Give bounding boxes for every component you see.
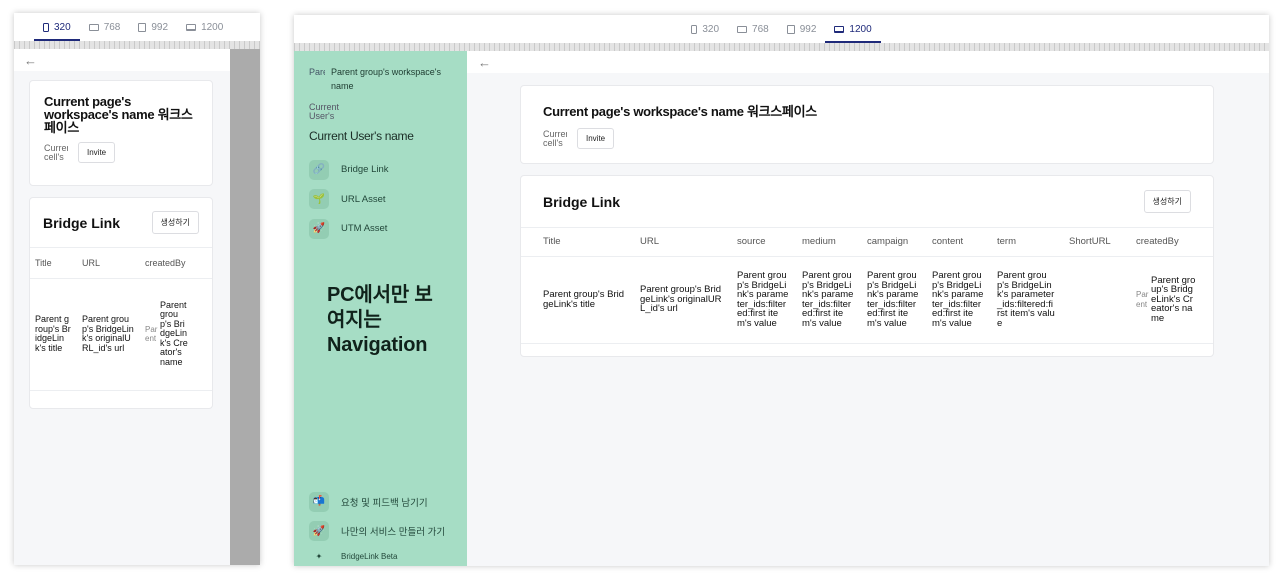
workspace-card: Current page's workspace's name 워크스페이스 C… — [29, 80, 213, 186]
nav-item-bridge-link[interactable]: 🔗 Bridge Link — [309, 155, 467, 185]
device-320-tab[interactable]: 320 — [682, 15, 728, 43]
cell-createdby: ParentParent group's BridgeLink's Creato… — [140, 278, 212, 391]
avatar: Parent — [309, 67, 325, 77]
nav-item-feedback[interactable]: 📬 요청 및 피드백 남기기 — [309, 487, 467, 517]
column-header-shorturl: ShortURL — [1058, 228, 1125, 257]
cell-shorturl — [1058, 256, 1125, 344]
overlay-annotation: PC에서만 보여지는 Navigation — [327, 284, 433, 356]
cell-term: Parent group's BridgeLink's parameter_id… — [986, 256, 1058, 344]
nav-item-url-asset[interactable]: 🌱 URL Asset — [309, 185, 467, 215]
desktop-content: ← Current page's workspace's name 워크스페이스… — [467, 51, 1269, 566]
device-1200-tab[interactable]: 1200 — [825, 15, 881, 43]
cell-title: Parent group's BridgeLink's title — [521, 256, 629, 344]
table-row[interactable]: Parent group's BridgeLink's title Parent… — [30, 278, 212, 391]
workspace-title: Current page's workspace's name 워크스페이스 — [543, 104, 817, 119]
bridge-link-title: Bridge Link — [543, 193, 621, 210]
ruler — [294, 43, 1269, 51]
device-switcher: 320 768 992 1200 — [294, 15, 1269, 43]
workspace-card: Current page's workspace's name 워크스페이스 C… — [520, 85, 1214, 164]
mobile-viewport: ← Current page's workspace's name 워크스페이스… — [14, 49, 230, 565]
device-992-tab[interactable]: 992 — [129, 13, 177, 41]
cell-source: Parent group's BridgeLink's parameter_id… — [726, 256, 791, 344]
link-icon: 🔗 — [309, 159, 329, 180]
column-header-content: content — [921, 228, 986, 257]
bridge-link-card: Bridge Link 생성하기 Title URL createdBy Par… — [29, 197, 213, 409]
nav-item-build-service[interactable]: 🚀 나만의 서비스 만들러 가기 — [309, 517, 467, 547]
monitor-icon — [834, 25, 845, 33]
cell-content: Parent group's BridgeLink's parameter_id… — [921, 256, 986, 344]
column-header-url: URL — [629, 228, 726, 257]
device-768-tab[interactable]: 768 — [80, 13, 130, 41]
avatar: Parent — [1136, 290, 1149, 309]
column-header-title: Title — [521, 228, 629, 257]
column-header-medium: medium — [791, 228, 856, 257]
avatar: Current cell's — [44, 143, 68, 162]
device-1200-tab[interactable]: 1200 — [177, 13, 232, 41]
tablet-landscape-icon — [88, 23, 99, 31]
nav-item-utm-asset[interactable]: 🚀 UTM Asset — [309, 214, 467, 244]
cell-campaign: Parent group's BridgeLink's parameter_id… — [856, 256, 921, 344]
avatar: Current cell's — [543, 129, 567, 148]
column-header-campaign: campaign — [856, 228, 921, 257]
avatar: Current User's — [309, 103, 339, 121]
bridge-link-table: Title URL source medium campaign content… — [521, 228, 1213, 344]
table-row[interactable]: Parent group's BridgeLink's title Parent… — [521, 256, 1213, 344]
cell-createdby: ParentParent group's BridgeLink's Creato… — [1125, 256, 1213, 344]
column-header-source: source — [726, 228, 791, 257]
tablet-portrait-icon — [786, 24, 795, 34]
device-992-tab[interactable]: 992 — [778, 15, 826, 43]
cell-url: Parent group's BridgeLink's originalURL_… — [629, 256, 726, 344]
column-header-createdby: createdBy — [1125, 228, 1213, 257]
tablet-portrait-icon — [138, 22, 147, 32]
back-button[interactable]: ← — [467, 51, 1269, 73]
sparkle-icon: ✦ — [315, 552, 323, 561]
parent-workspace-switcher[interactable]: Parent Parent group's workspace's name — [294, 51, 467, 93]
device-320-tab[interactable]: 320 — [34, 13, 80, 41]
arrow-left-icon: ← — [24, 52, 37, 68]
cell-medium: Parent group's BridgeLink's parameter_id… — [791, 256, 856, 344]
sprout-icon: 🌱 — [309, 189, 329, 210]
monitor-icon — [186, 23, 197, 31]
ruler — [14, 41, 260, 49]
bridge-link-table: Title URL createdBy Parent group's Bridg… — [30, 248, 212, 391]
rocket-icon: 🚀 — [309, 218, 329, 239]
tablet-landscape-icon — [737, 25, 748, 33]
bridge-link-title: Bridge Link — [43, 214, 121, 231]
phone-icon — [43, 22, 49, 32]
create-button[interactable]: 생성하기 — [151, 211, 199, 234]
back-button[interactable]: ← — [14, 49, 230, 71]
mobile-preview-frame: 320 768 992 1200 ← Current page's worksp… — [14, 13, 260, 565]
device-768-tab[interactable]: 768 — [728, 15, 778, 43]
user-name: Current User's name — [309, 129, 414, 143]
parent-workspace-name: Parent group's workspace's name — [331, 67, 441, 91]
device-switcher: 320 768 992 1200 — [14, 13, 260, 41]
phone-icon — [691, 24, 698, 34]
column-header-title: Title — [30, 248, 77, 279]
column-header-url: URL — [77, 248, 140, 279]
arrow-left-icon: ← — [478, 54, 491, 70]
create-button[interactable]: 생성하기 — [1143, 190, 1191, 213]
invite-button[interactable]: Invite — [577, 128, 615, 149]
invite-button[interactable]: Invite — [78, 142, 116, 163]
desktop-preview-frame: 320 768 992 1200 Parent Parent group's w… — [294, 15, 1269, 566]
beta-label: ✦ BridgeLink Beta — [309, 552, 467, 561]
viewport-gutter — [230, 49, 260, 565]
column-header-createdby: createdBy — [140, 248, 212, 279]
workspace-title: Current page's workspace's name 워크스페이스 — [44, 94, 193, 135]
avatar: Parent — [145, 324, 158, 344]
mailbox-icon: 📬 — [309, 491, 329, 512]
column-header-term: term — [986, 228, 1058, 257]
side-navigation: Parent Parent group's workspace's name C… — [294, 51, 467, 566]
bridge-link-card: Bridge Link 생성하기 Title URL source medium… — [520, 175, 1214, 357]
rocket-icon: 🚀 — [309, 521, 329, 542]
cell-title: Parent group's BridgeLink's title — [30, 278, 77, 391]
cell-url: Parent group's BridgeLink's originalURL_… — [77, 278, 140, 391]
